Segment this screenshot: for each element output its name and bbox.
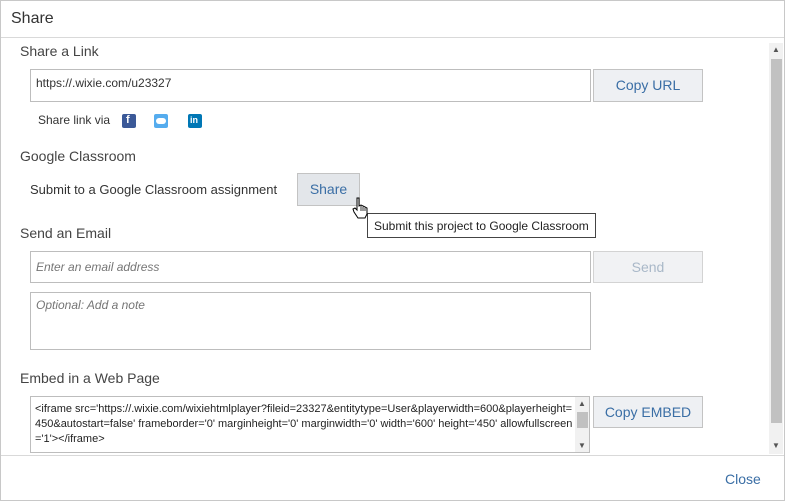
- dialog-titlebar: Share: [1, 1, 784, 38]
- embed-scroll-down-icon[interactable]: ▼: [578, 441, 586, 450]
- embed-code-text: <iframe src='https://.wixie.com/wixiehtm…: [35, 403, 573, 445]
- dialog-scroll-thumb[interactable]: [771, 59, 782, 423]
- google-classroom-heading: Google Classroom: [20, 148, 136, 164]
- copy-embed-button[interactable]: Copy EMBED: [593, 396, 703, 428]
- email-note-field[interactable]: [30, 292, 591, 350]
- google-classroom-description: Submit to a Google Classroom assignment: [30, 182, 278, 197]
- google-classroom-share-button[interactable]: Share: [297, 173, 360, 206]
- embed-scroll-thumb[interactable]: [577, 412, 588, 428]
- share-tooltip: Submit this project to Google Classroom: [367, 213, 596, 238]
- close-button[interactable]: Close: [725, 471, 761, 487]
- dialog-content[interactable]: Share a Link https://.wixie.com/u23327 C…: [1, 38, 769, 454]
- embed-scrollbar[interactable]: ▲ ▼: [575, 397, 589, 452]
- embed-code-field[interactable]: <iframe src='https://.wixie.com/wixiehtm…: [30, 396, 590, 453]
- linkedin-icon[interactable]: in: [188, 114, 202, 128]
- dialog-scrollbar[interactable]: ▲ ▼: [769, 43, 783, 454]
- facebook-icon[interactable]: f: [122, 114, 136, 128]
- scroll-up-icon[interactable]: ▲: [772, 45, 780, 54]
- scroll-down-icon[interactable]: ▼: [772, 441, 780, 450]
- twitter-icon[interactable]: [154, 114, 168, 128]
- share-link-heading: Share a Link: [20, 43, 99, 59]
- hand-cursor-icon: [352, 197, 368, 219]
- send-email-button[interactable]: Send: [593, 251, 703, 283]
- embed-scroll-up-icon[interactable]: ▲: [578, 399, 586, 408]
- share-via-label: Share link via: [38, 113, 111, 127]
- copy-url-button[interactable]: Copy URL: [593, 69, 703, 102]
- email-address-field[interactable]: [30, 251, 591, 283]
- embed-heading: Embed in a Web Page: [20, 370, 160, 386]
- share-url-field[interactable]: https://.wixie.com/u23327: [30, 69, 591, 102]
- send-email-heading: Send an Email: [20, 225, 112, 241]
- dialog-title: Share: [11, 10, 54, 27]
- share-dialog: Share Share a Link https://.wixie.com/u2…: [0, 0, 785, 501]
- dialog-footer: Close: [1, 455, 784, 501]
- share-url-value: https://.wixie.com/u23327: [36, 76, 172, 90]
